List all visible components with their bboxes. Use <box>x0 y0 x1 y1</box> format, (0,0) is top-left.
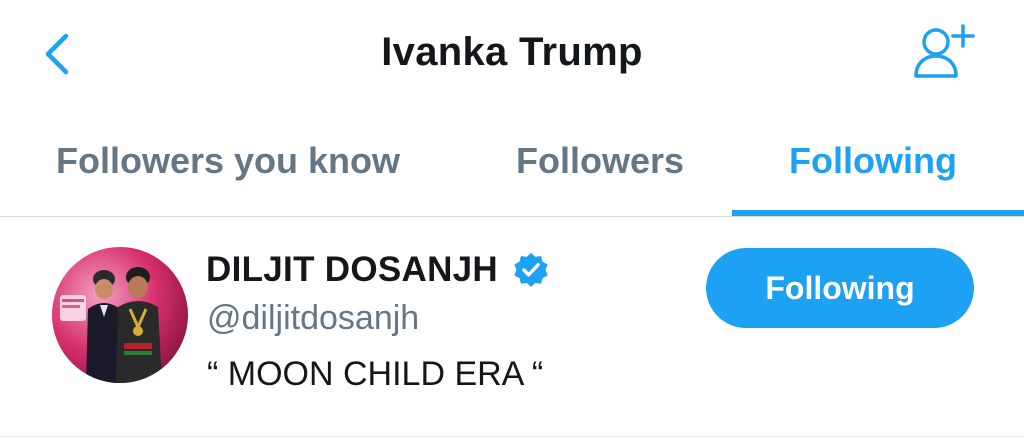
row-divider <box>0 436 1024 437</box>
tab-followers-you-know[interactable]: Followers you know <box>56 140 400 182</box>
page-title: Ivanka Trump <box>381 30 643 74</box>
user-handle: @diljitdosanjh <box>207 299 420 337</box>
add-user-icon <box>914 24 975 78</box>
add-user-button[interactable] <box>910 22 980 84</box>
tab-bar: Followers you know Followers Following <box>0 110 1024 216</box>
verified-badge-icon <box>514 252 548 287</box>
top-nav-bar: Ivanka Trump <box>0 0 1024 110</box>
following-button[interactable]: Following <box>706 248 974 328</box>
avatar-image <box>52 247 188 383</box>
avatar[interactable] <box>52 247 188 383</box>
user-display-name[interactable]: DILJIT DOSANJH <box>206 250 498 290</box>
tab-followers[interactable]: Followers <box>516 140 684 182</box>
user-list-item[interactable]: DILJIT DOSANJH @diljitdosanjh “ MOON CHI… <box>0 217 1024 437</box>
tab-following[interactable]: Following <box>789 140 957 182</box>
user-name-line: DILJIT DOSANJH <box>206 247 550 293</box>
user-bio: “ MOON CHILD ERA “ <box>207 355 544 393</box>
